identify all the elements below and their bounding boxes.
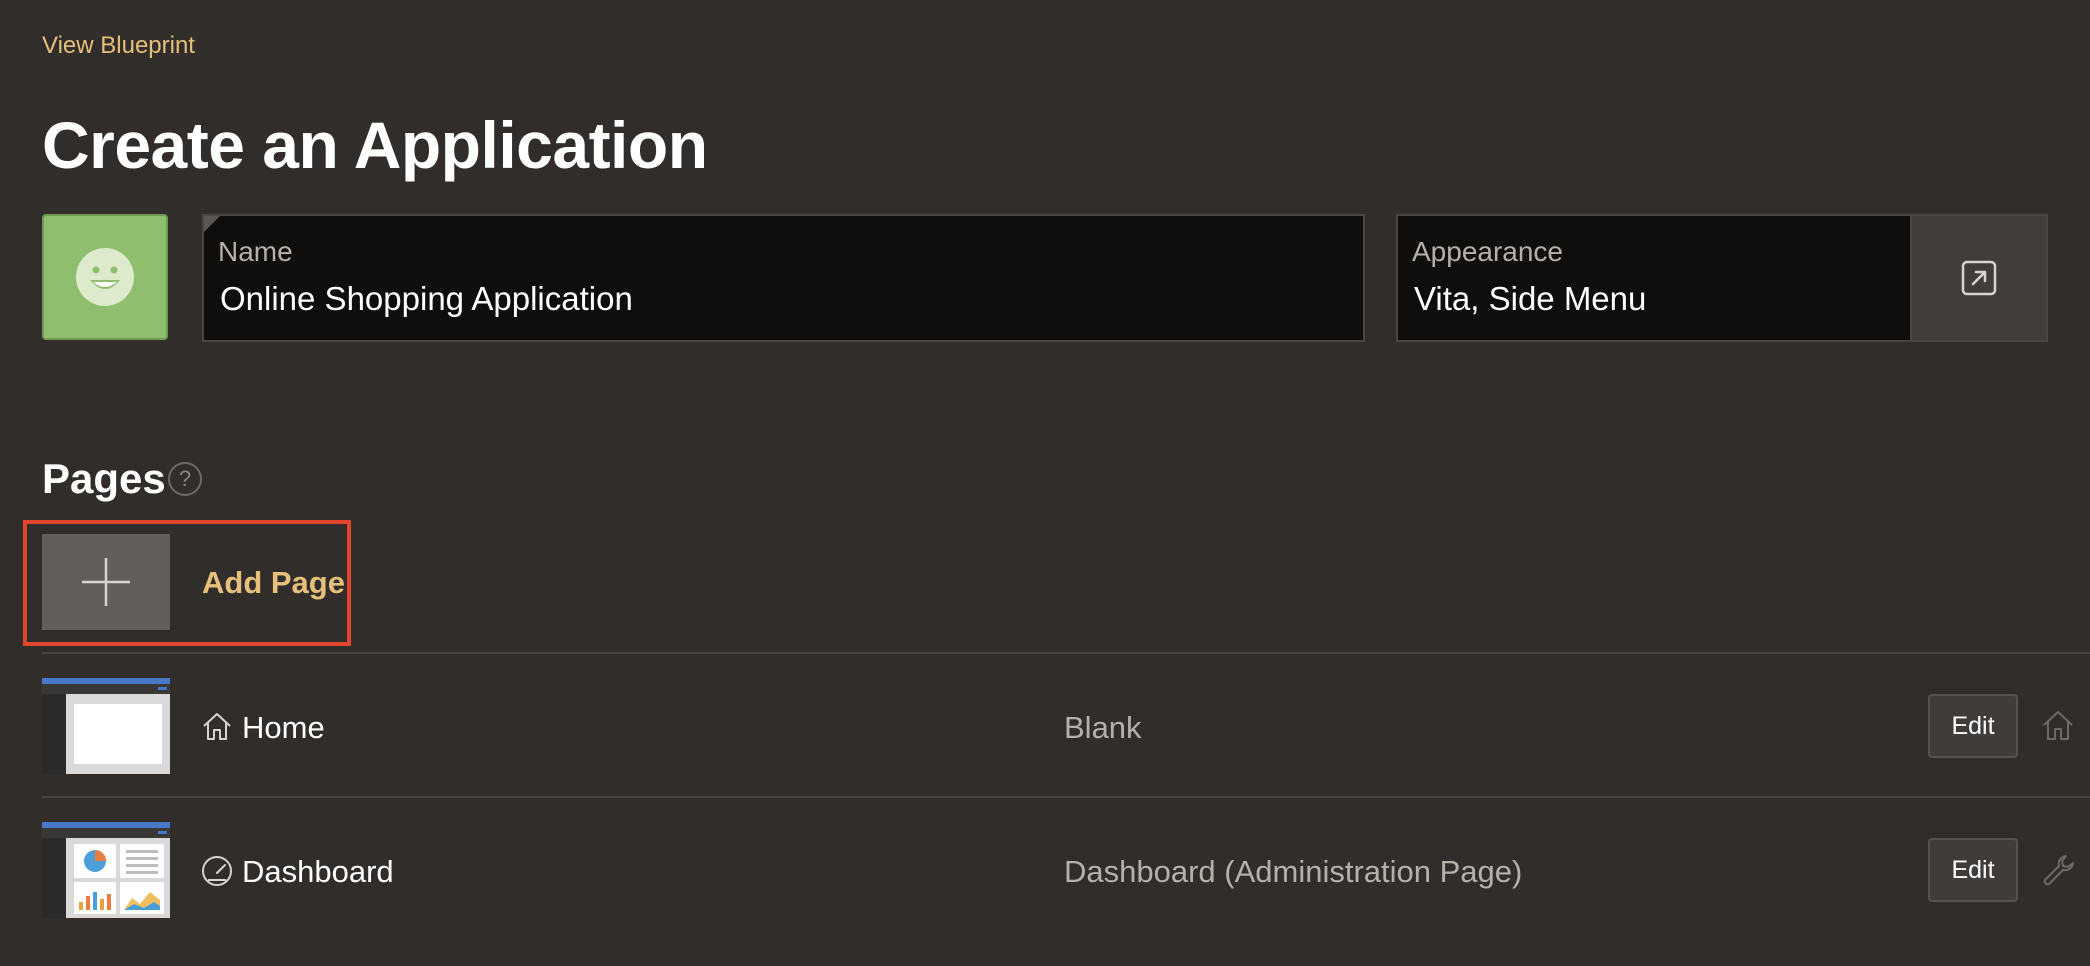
page-thumbnail-dashboard <box>42 822 170 918</box>
name-field-label: Name <box>218 236 293 267</box>
page-type-home: Blank <box>1064 710 1142 745</box>
edit-dashboard-button[interactable]: Edit <box>1928 838 2018 902</box>
page-type-dashboard: Dashboard (Administration Page) <box>1064 854 1523 889</box>
name-field-value[interactable]: Online Shopping Application <box>220 280 633 318</box>
home-icon <box>203 713 231 740</box>
appearance-settings-button[interactable] <box>1910 214 2048 342</box>
required-corner-marker <box>204 216 220 232</box>
external-link-icon <box>1961 260 1997 296</box>
wrench-icon[interactable] <box>2040 852 2076 888</box>
home-icon[interactable] <box>2040 708 2076 744</box>
plus-icon <box>82 558 130 606</box>
edit-home-button[interactable]: Edit <box>1928 694 2018 758</box>
add-page-button[interactable] <box>42 534 170 630</box>
page-thumbnail-blank <box>42 678 170 774</box>
divider <box>42 796 2090 798</box>
appearance-field-label: Appearance <box>1412 236 1564 267</box>
appearance-field-value: Vita, Side Menu <box>1414 280 1647 317</box>
divider <box>42 652 2090 654</box>
page-title: Create an Application <box>42 108 708 182</box>
dashboard-gauge-icon <box>202 856 232 886</box>
pages-section-title: Pages <box>42 455 166 502</box>
appearance-field[interactable]: Appearance Vita, Side Menu <box>1396 214 1912 342</box>
page-name-dashboard: Dashboard <box>242 854 394 889</box>
page-name-home: Home <box>242 710 325 745</box>
view-blueprint-link[interactable]: View Blueprint <box>42 32 195 60</box>
smiley-face-icon <box>76 248 134 306</box>
name-field[interactable]: Name Online Shopping Application <box>202 214 1365 342</box>
add-page-link[interactable]: Add Page <box>202 565 345 601</box>
app-icon-picker[interactable] <box>42 214 168 340</box>
help-icon[interactable]: ? <box>168 462 202 496</box>
